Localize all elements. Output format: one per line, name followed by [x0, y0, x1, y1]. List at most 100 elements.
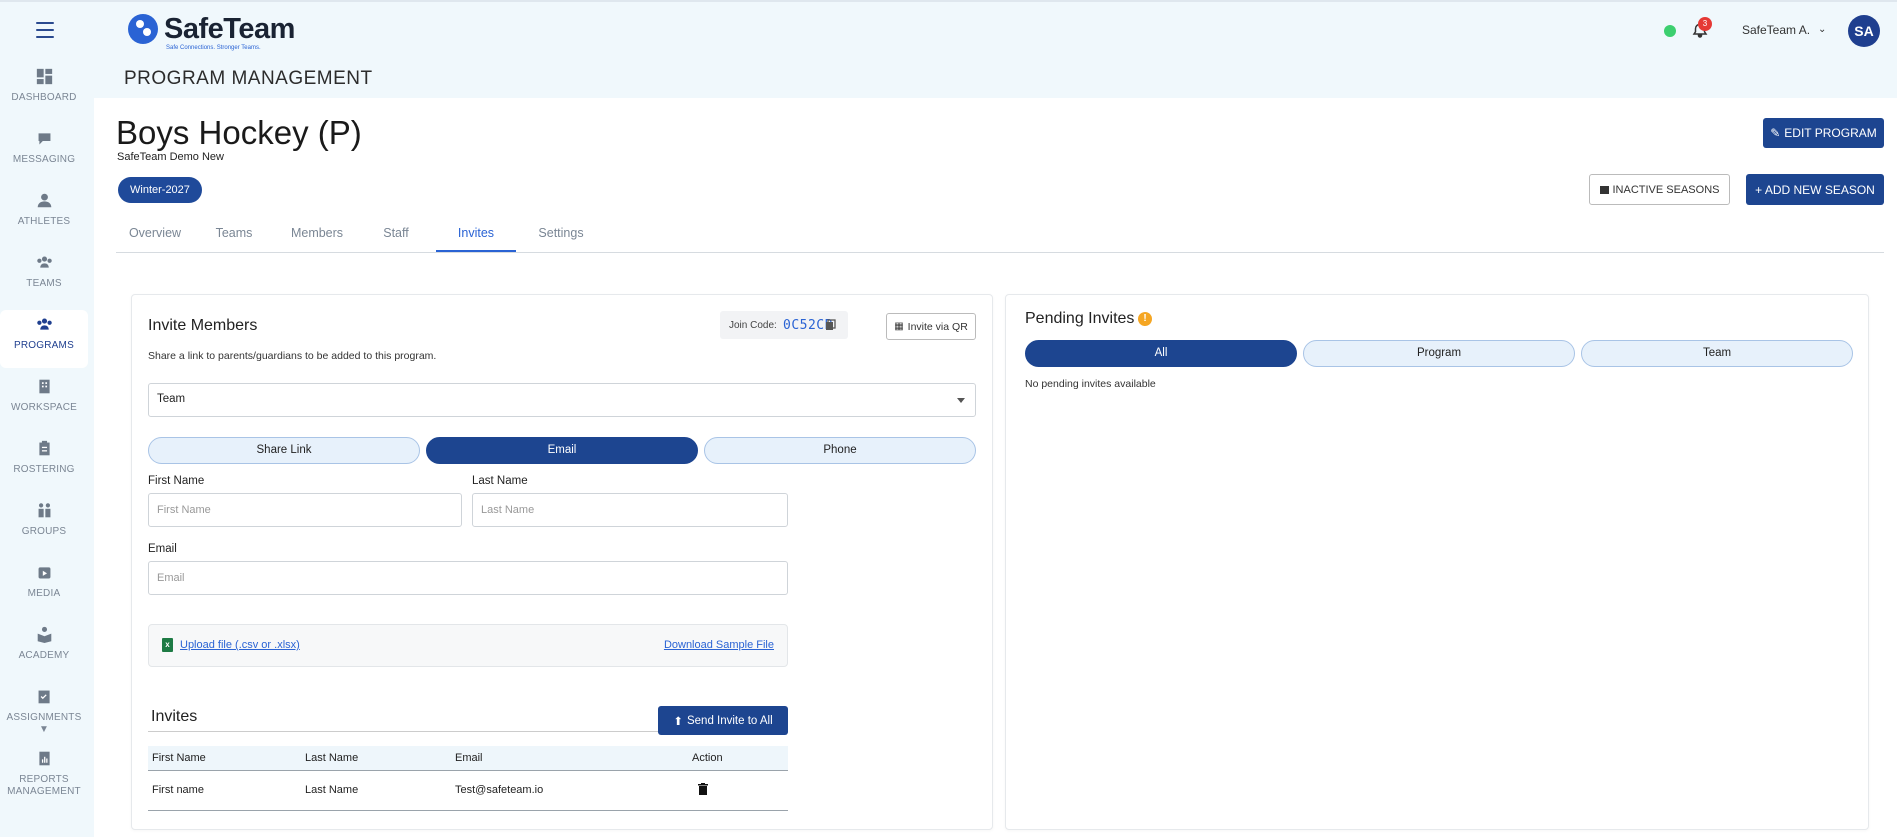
send-invite-to-all-button[interactable]: ⬆ Send Invite to All: [658, 706, 788, 735]
pending-tab-team[interactable]: Team: [1581, 340, 1853, 367]
add-new-season-label: + ADD NEW SEASON: [1755, 182, 1875, 197]
sidebar-item-groups[interactable]: GROUPS: [0, 496, 88, 554]
top-header: SafeTeam Safe Connections. Stronger Team…: [0, 0, 1897, 98]
page-heading: PROGRAM MANAGEMENT: [124, 68, 373, 89]
user-menu-name[interactable]: SafeTeam A.: [1742, 23, 1810, 37]
info-warning-icon[interactable]: !: [1138, 312, 1152, 326]
sidebar-item-label: ACADEMY: [18, 650, 70, 661]
table-header-row: First Name Last Name Email Action: [148, 746, 788, 771]
brand-name: SafeTeam: [164, 12, 295, 45]
column-header: Last Name: [301, 746, 451, 771]
sidebar-item-label: DASHBOARD: [11, 92, 77, 103]
tab-teams[interactable]: Teams: [206, 222, 262, 252]
tab-settings[interactable]: Settings: [526, 222, 596, 252]
teams-icon: [36, 254, 53, 271]
first-name-field[interactable]: [148, 493, 462, 527]
pending-tab-program[interactable]: Program: [1303, 340, 1575, 367]
tab-members[interactable]: Members: [282, 222, 352, 252]
trash-icon[interactable]: [698, 782, 708, 795]
notification-count-badge: 3: [1698, 17, 1712, 31]
email-field[interactable]: [148, 561, 788, 595]
caret-down-icon: [957, 398, 965, 403]
sidebar-item-label: GROUPS: [21, 526, 67, 537]
invite-last-name: Last Name: [301, 770, 451, 811]
chevron-down-icon[interactable]: ⌄: [1818, 24, 1826, 35]
sidebar-item-media[interactable]: MEDIA: [0, 558, 88, 616]
sidebar-item-athletes[interactable]: ATHLETES: [0, 186, 88, 244]
last-name-field[interactable]: [472, 493, 788, 527]
copy-icon[interactable]: [825, 318, 837, 330]
programs-icon: [36, 316, 53, 333]
avatar[interactable]: SA: [1848, 15, 1880, 47]
program-organization: SafeTeam Demo New: [117, 151, 224, 163]
invite-via-qr-button[interactable]: ▦ Invite via QR: [886, 313, 976, 340]
method-phone[interactable]: Phone: [704, 437, 976, 464]
brand-logo[interactable]: SafeTeam: [128, 14, 295, 44]
sidebar-item-label: MEDIA: [27, 588, 61, 599]
invite-first-name: First name: [148, 770, 301, 811]
sidebar-item-programs[interactable]: PROGRAMS: [0, 310, 88, 368]
dashboard-icon: [36, 68, 53, 85]
sidebar-item-teams[interactable]: TEAMS: [0, 248, 88, 306]
upload-file-link[interactable]: Upload file (.csv or .xlsx): [180, 639, 300, 651]
column-header: Email: [451, 746, 688, 771]
logo-icon: [128, 14, 158, 44]
workspace-icon: [36, 378, 53, 395]
pending-tab-all[interactable]: All: [1025, 340, 1297, 367]
upload-icon: ⬆: [673, 715, 683, 728]
tab-overview[interactable]: Overview: [116, 222, 194, 252]
invite-members-card: Invite Members Share a link to parents/g…: [131, 294, 993, 830]
edit-program-button[interactable]: ✎ EDIT PROGRAM: [1763, 118, 1884, 148]
program-title: Boys Hockey (P): [116, 114, 362, 151]
assignments-icon: [36, 688, 53, 705]
add-new-season-button[interactable]: + ADD NEW SEASON: [1746, 174, 1884, 205]
brand-tagline: Safe Connections. Stronger Teams.: [166, 45, 261, 51]
reports-icon: [36, 750, 53, 767]
invites-title: Invites: [151, 708, 198, 725]
method-email[interactable]: Email: [426, 437, 698, 464]
sidebar: DASHBOARD MESSAGING ATHLETES TEAMS PROGR…: [0, 56, 94, 837]
sidebar-item-label: ROSTERING: [13, 464, 75, 475]
join-code-box: Join Code: 0C52CB: [720, 311, 848, 339]
pending-invites-card: Pending Invites ! All Program Team No pe…: [1005, 294, 1869, 830]
pending-empty-message: No pending invites available: [1025, 378, 1156, 390]
sidebar-item-label: MESSAGING: [12, 154, 76, 165]
sidebar-item-rostering[interactable]: ROSTERING: [0, 434, 88, 492]
sidebar-item-reports[interactable]: REPORTS MANAGEMENT: [0, 744, 88, 802]
inactive-seasons-button[interactable]: INACTIVE SEASONS: [1589, 174, 1730, 205]
method-share-link[interactable]: Share Link: [148, 437, 420, 464]
online-status-icon: [1664, 25, 1676, 37]
qr-code-icon: ▦: [894, 321, 904, 332]
invite-members-description: Share a link to parents/guardians to be …: [148, 350, 437, 362]
column-header: Action: [688, 746, 788, 771]
join-code-label: Join Code:: [729, 320, 777, 331]
email-label: Email: [148, 543, 177, 555]
sidebar-item-workspace[interactable]: WORKSPACE: [0, 372, 88, 430]
invite-members-title: Invite Members: [148, 317, 258, 334]
download-sample-link[interactable]: Download Sample File: [664, 639, 774, 651]
pencil-icon: ✎: [1770, 126, 1781, 140]
academy-icon: [36, 626, 53, 643]
sidebar-item-label: ASSIGNMENTS ▼: [6, 712, 82, 735]
tab-invites[interactable]: Invites: [436, 222, 516, 252]
sidebar-item-academy[interactable]: ACADEMY: [0, 620, 88, 678]
season-badge[interactable]: Winter-2027: [118, 177, 202, 203]
invite-scope-select[interactable]: Team: [148, 383, 976, 417]
invite-scope-value: Team: [157, 393, 186, 405]
invites-table: First Name Last Name Email Action First …: [148, 746, 788, 811]
media-icon: [36, 564, 53, 581]
sidebar-item-label: WORKSPACE: [10, 402, 78, 413]
excel-file-icon: x: [162, 638, 173, 652]
tab-staff[interactable]: Staff: [372, 222, 420, 252]
sidebar-item-dashboard[interactable]: DASHBOARD: [0, 62, 88, 120]
send-invite-to-all-label: Send Invite to All: [686, 714, 773, 727]
messaging-icon: [36, 130, 53, 147]
hamburger-menu-icon[interactable]: [36, 22, 54, 38]
pending-invites-title: Pending Invites: [1025, 310, 1135, 327]
inactive-seasons-label: INACTIVE SEASONS: [1612, 183, 1720, 196]
sidebar-item-assignments[interactable]: ASSIGNMENTS ▼: [0, 682, 88, 740]
sidebar-item-label: REPORTS MANAGEMENT: [7, 774, 81, 797]
sidebar-item-messaging[interactable]: MESSAGING: [0, 124, 88, 182]
sidebar-item-label: PROGRAMS: [14, 340, 74, 351]
groups-icon: [36, 502, 53, 519]
